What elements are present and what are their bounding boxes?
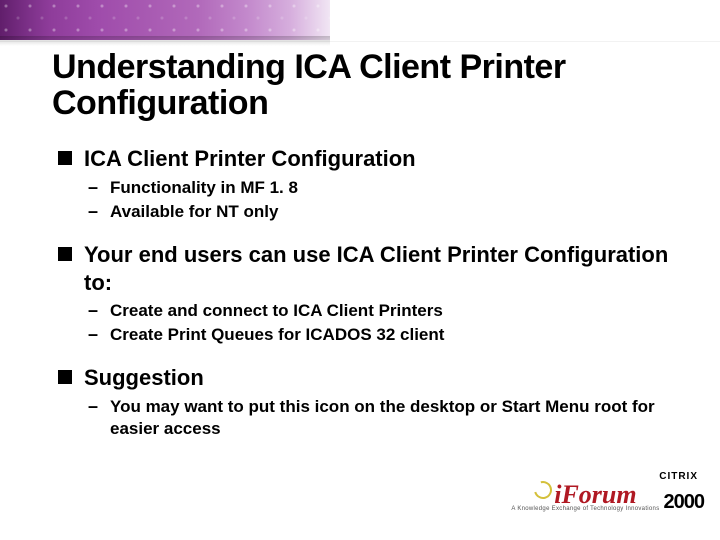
logo-tagline: A Knowledge Exchange of Technology Innov… bbox=[511, 506, 659, 512]
logo-product-rest: Forum bbox=[561, 480, 636, 509]
footer-logo: CITRIX iForum A Knowledge Exchange of Te… bbox=[504, 472, 704, 532]
sub-bullet-text: Create and connect to ICA Client Printer… bbox=[110, 300, 692, 322]
sub-bullet-text: Functionality in MF 1. 8 bbox=[110, 177, 692, 199]
bullet-text: Suggestion bbox=[84, 364, 692, 392]
logo-year: 2000 bbox=[664, 492, 705, 512]
slide-content: Understanding ICA Client Printer Configu… bbox=[52, 50, 692, 458]
slide-title: Understanding ICA Client Printer Configu… bbox=[52, 50, 692, 121]
sub-bullet-text: Create Print Queues for ICADOS 32 client bbox=[110, 324, 692, 346]
list-item: Functionality in MF 1. 8 bbox=[88, 177, 692, 199]
list-item: Your end users can use ICA Client Printe… bbox=[58, 241, 692, 346]
swirl-icon bbox=[531, 478, 556, 503]
header-rule bbox=[0, 41, 720, 42]
sub-bullet-text: Available for NT only bbox=[110, 201, 692, 223]
sub-bullet-text: You may want to put this icon on the des… bbox=[110, 396, 692, 440]
list-item: You may want to put this icon on the des… bbox=[88, 396, 692, 440]
list-item: Create and connect to ICA Client Printer… bbox=[88, 300, 692, 322]
logo-product-block: iForum A Knowledge Exchange of Technolog… bbox=[511, 482, 659, 512]
list-item: Create Print Queues for ICADOS 32 client bbox=[88, 324, 692, 346]
sub-bullet-list: Create and connect to ICA Client Printer… bbox=[88, 300, 692, 346]
list-item: Available for NT only bbox=[88, 201, 692, 223]
sub-bullet-list: You may want to put this icon on the des… bbox=[88, 396, 692, 440]
bullet-text: Your end users can use ICA Client Printe… bbox=[84, 241, 692, 296]
bullet-list: ICA Client Printer Configuration Functio… bbox=[58, 145, 692, 440]
list-item: Suggestion You may want to put this icon… bbox=[58, 364, 692, 440]
list-item: ICA Client Printer Configuration Functio… bbox=[58, 145, 692, 223]
bullet-text: ICA Client Printer Configuration bbox=[84, 145, 692, 173]
logo-product: iForum bbox=[534, 482, 636, 508]
logo-row: iForum A Knowledge Exchange of Technolog… bbox=[504, 482, 704, 512]
decorative-header-band bbox=[0, 0, 330, 40]
sub-bullet-list: Functionality in MF 1. 8 Available for N… bbox=[88, 177, 692, 223]
